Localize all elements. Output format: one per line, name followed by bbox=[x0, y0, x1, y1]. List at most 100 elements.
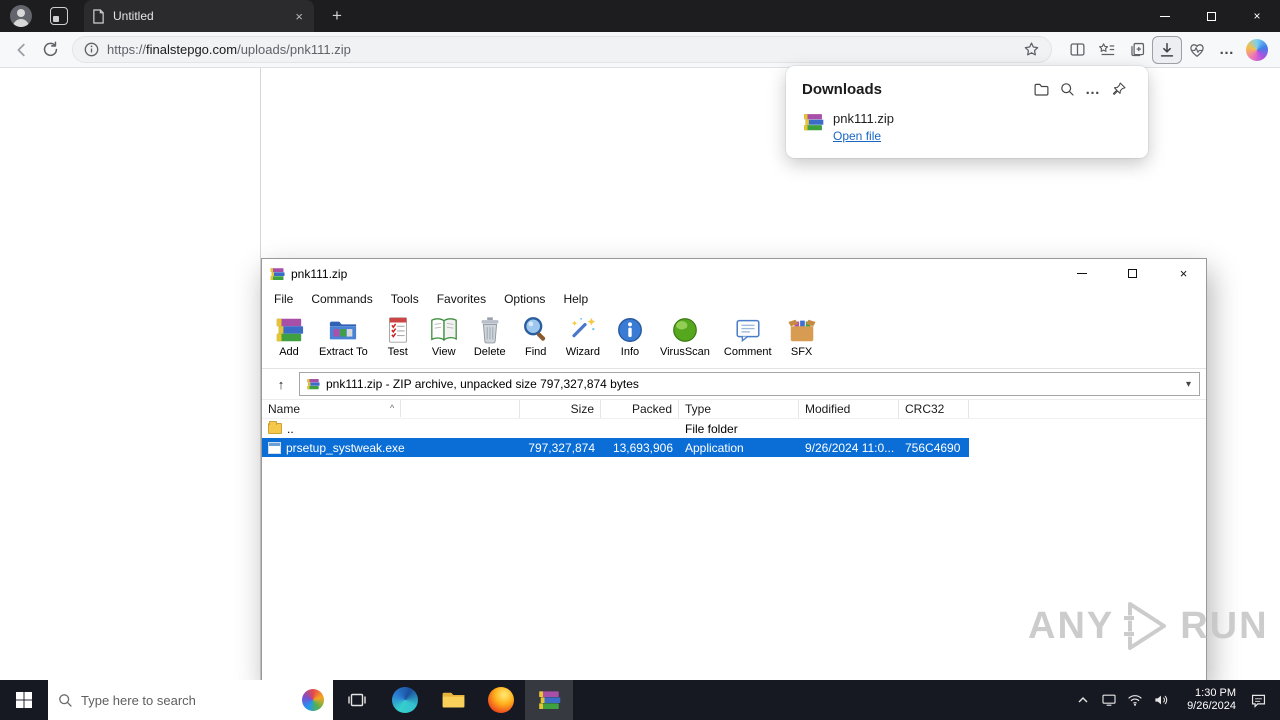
split-screen-icon bbox=[1069, 43, 1085, 56]
downloads-more-button[interactable]: … bbox=[1080, 77, 1106, 101]
comment-button[interactable]: Comment bbox=[717, 312, 779, 359]
winrar-address-row: ↑ pnk111.zip - ZIP archive, unpacked siz… bbox=[262, 369, 1206, 399]
start-button[interactable] bbox=[0, 680, 48, 720]
taskbar-edge-button[interactable] bbox=[381, 680, 429, 720]
bookmark-star-icon[interactable] bbox=[1023, 41, 1040, 58]
refresh-button[interactable] bbox=[36, 36, 64, 64]
winrar-titlebar[interactable]: pnk111.zip × bbox=[262, 259, 1206, 288]
window-close-button[interactable]: × bbox=[1234, 0, 1280, 32]
test-button[interactable]: Test bbox=[375, 312, 421, 359]
column-headers: Name Size Packed Type Modified CRC32 ^ bbox=[262, 399, 1206, 419]
wizard-wand-icon bbox=[568, 313, 598, 346]
menu-file[interactable]: File bbox=[265, 292, 302, 306]
menu-tools[interactable]: Tools bbox=[382, 292, 428, 306]
favorites-icon bbox=[1099, 42, 1115, 55]
virusscan-orb-icon bbox=[670, 313, 700, 346]
winrar-minimize-button[interactable] bbox=[1059, 259, 1104, 288]
back-button[interactable] bbox=[8, 36, 36, 64]
trash-icon bbox=[475, 313, 505, 346]
table-row-parent-folder[interactable]: .. File folder bbox=[262, 419, 1206, 438]
tray-volume-button[interactable] bbox=[1148, 680, 1174, 720]
task-view-button[interactable] bbox=[333, 680, 381, 720]
menu-favorites[interactable]: Favorites bbox=[428, 292, 495, 306]
tray-display-button[interactable] bbox=[1096, 680, 1122, 720]
menu-commands[interactable]: Commands bbox=[302, 292, 381, 306]
menu-options[interactable]: Options bbox=[495, 292, 554, 306]
delete-button[interactable]: Delete bbox=[467, 312, 513, 359]
edge-icon bbox=[392, 687, 418, 713]
split-screen-button[interactable] bbox=[1062, 36, 1092, 64]
up-one-level-button[interactable]: ↑ bbox=[268, 372, 294, 396]
address-bar[interactable]: https://finalstepgo.com/uploads/pnk111.z… bbox=[72, 36, 1052, 63]
column-size[interactable]: Size bbox=[520, 400, 601, 418]
view-button[interactable]: View bbox=[421, 312, 467, 359]
open-downloads-folder-button[interactable] bbox=[1028, 77, 1054, 101]
url-text: https://finalstepgo.com/uploads/pnk111.z… bbox=[107, 42, 351, 57]
browser-tab[interactable]: Untitled × bbox=[84, 0, 314, 32]
tab-close-icon[interactable]: × bbox=[292, 9, 306, 24]
tray-network-button[interactable] bbox=[1122, 680, 1148, 720]
profile-avatar[interactable] bbox=[10, 5, 32, 27]
search-icon bbox=[59, 694, 72, 707]
taskbar-winrar-button[interactable] bbox=[525, 680, 573, 720]
settings-more-button[interactable]: … bbox=[1212, 36, 1242, 64]
column-packed[interactable]: Packed bbox=[601, 400, 679, 418]
column-modified[interactable]: Modified bbox=[799, 400, 899, 418]
menu-help[interactable]: Help bbox=[554, 292, 597, 306]
info-button[interactable]: Info bbox=[607, 312, 653, 359]
download-item-name: pnk111.zip bbox=[833, 111, 894, 126]
search-icon bbox=[1061, 83, 1074, 96]
sfx-button[interactable]: SFX bbox=[779, 312, 825, 359]
browser-essentials-button[interactable] bbox=[1182, 36, 1212, 64]
taskbar-clock[interactable]: 1:30 PM 9/26/2024 bbox=[1174, 687, 1240, 713]
anyrun-play-icon bbox=[1124, 602, 1167, 650]
file-packed: 13,693,906 bbox=[612, 440, 673, 455]
winrar-maximize-button[interactable] bbox=[1110, 259, 1155, 288]
extract-to-button[interactable]: Extract To bbox=[312, 312, 375, 359]
watermark-text-left: ANY bbox=[1028, 604, 1115, 647]
sfx-box-icon bbox=[787, 313, 817, 346]
browser-essentials-icon bbox=[1190, 43, 1204, 57]
winrar-icon bbox=[804, 114, 824, 131]
info-icon bbox=[615, 313, 645, 346]
collections-button[interactable] bbox=[1122, 36, 1152, 64]
search-highlights-icon[interactable] bbox=[302, 689, 324, 711]
new-tab-button[interactable]: + bbox=[326, 6, 348, 26]
network-wifi-icon bbox=[1128, 695, 1142, 706]
view-book-icon bbox=[429, 313, 459, 346]
copilot-icon bbox=[1246, 38, 1268, 61]
chevron-down-icon[interactable]: ▾ bbox=[1184, 379, 1193, 390]
wizard-button[interactable]: Wizard bbox=[559, 312, 607, 359]
screen: Untitled × + × https://finalstepgo.com/u… bbox=[0, 0, 1280, 720]
window-maximize-button[interactable] bbox=[1188, 0, 1234, 32]
pin-downloads-button[interactable] bbox=[1106, 77, 1132, 101]
add-button[interactable]: Add bbox=[266, 312, 312, 359]
column-type[interactable]: Type bbox=[679, 400, 799, 418]
favorites-button[interactable] bbox=[1092, 36, 1122, 64]
open-file-link[interactable]: Open file bbox=[833, 129, 881, 143]
site-info-icon[interactable] bbox=[84, 42, 99, 57]
task-view-icon bbox=[348, 693, 366, 707]
hidden-icons-chevron[interactable] bbox=[1070, 680, 1096, 720]
search-placeholder: Type here to search bbox=[81, 692, 196, 708]
table-row-exe-selected[interactable]: prsetup_systweak.exe 797,327,874 13,693,… bbox=[262, 438, 969, 457]
display-icon bbox=[1102, 694, 1116, 706]
window-minimize-button[interactable] bbox=[1142, 0, 1188, 32]
workspaces-icon[interactable] bbox=[50, 7, 68, 25]
download-item[interactable]: pnk111.zip Open file bbox=[802, 111, 1132, 145]
virusscan-button[interactable]: VirusScan bbox=[653, 312, 717, 359]
winrar-menubar: File Commands Tools Favorites Options He… bbox=[262, 288, 1206, 309]
search-downloads-button[interactable] bbox=[1054, 77, 1080, 101]
taskbar-firefox-button[interactable] bbox=[477, 680, 525, 720]
taskbar-search-input[interactable]: Type here to search bbox=[48, 680, 333, 720]
taskbar-file-explorer-button[interactable] bbox=[429, 680, 477, 720]
downloads-button[interactable] bbox=[1152, 35, 1182, 64]
folder-icon bbox=[268, 421, 282, 434]
column-crc32[interactable]: CRC32 bbox=[899, 400, 969, 418]
action-center-button[interactable] bbox=[1240, 680, 1276, 720]
winrar-close-button[interactable]: × bbox=[1161, 259, 1206, 288]
copilot-button[interactable] bbox=[1242, 36, 1272, 64]
find-button[interactable]: Find bbox=[513, 312, 559, 359]
archive-path-combobox[interactable]: pnk111.zip - ZIP archive, unpacked size … bbox=[299, 372, 1200, 396]
watermark-text-right: RUN bbox=[1180, 604, 1269, 647]
